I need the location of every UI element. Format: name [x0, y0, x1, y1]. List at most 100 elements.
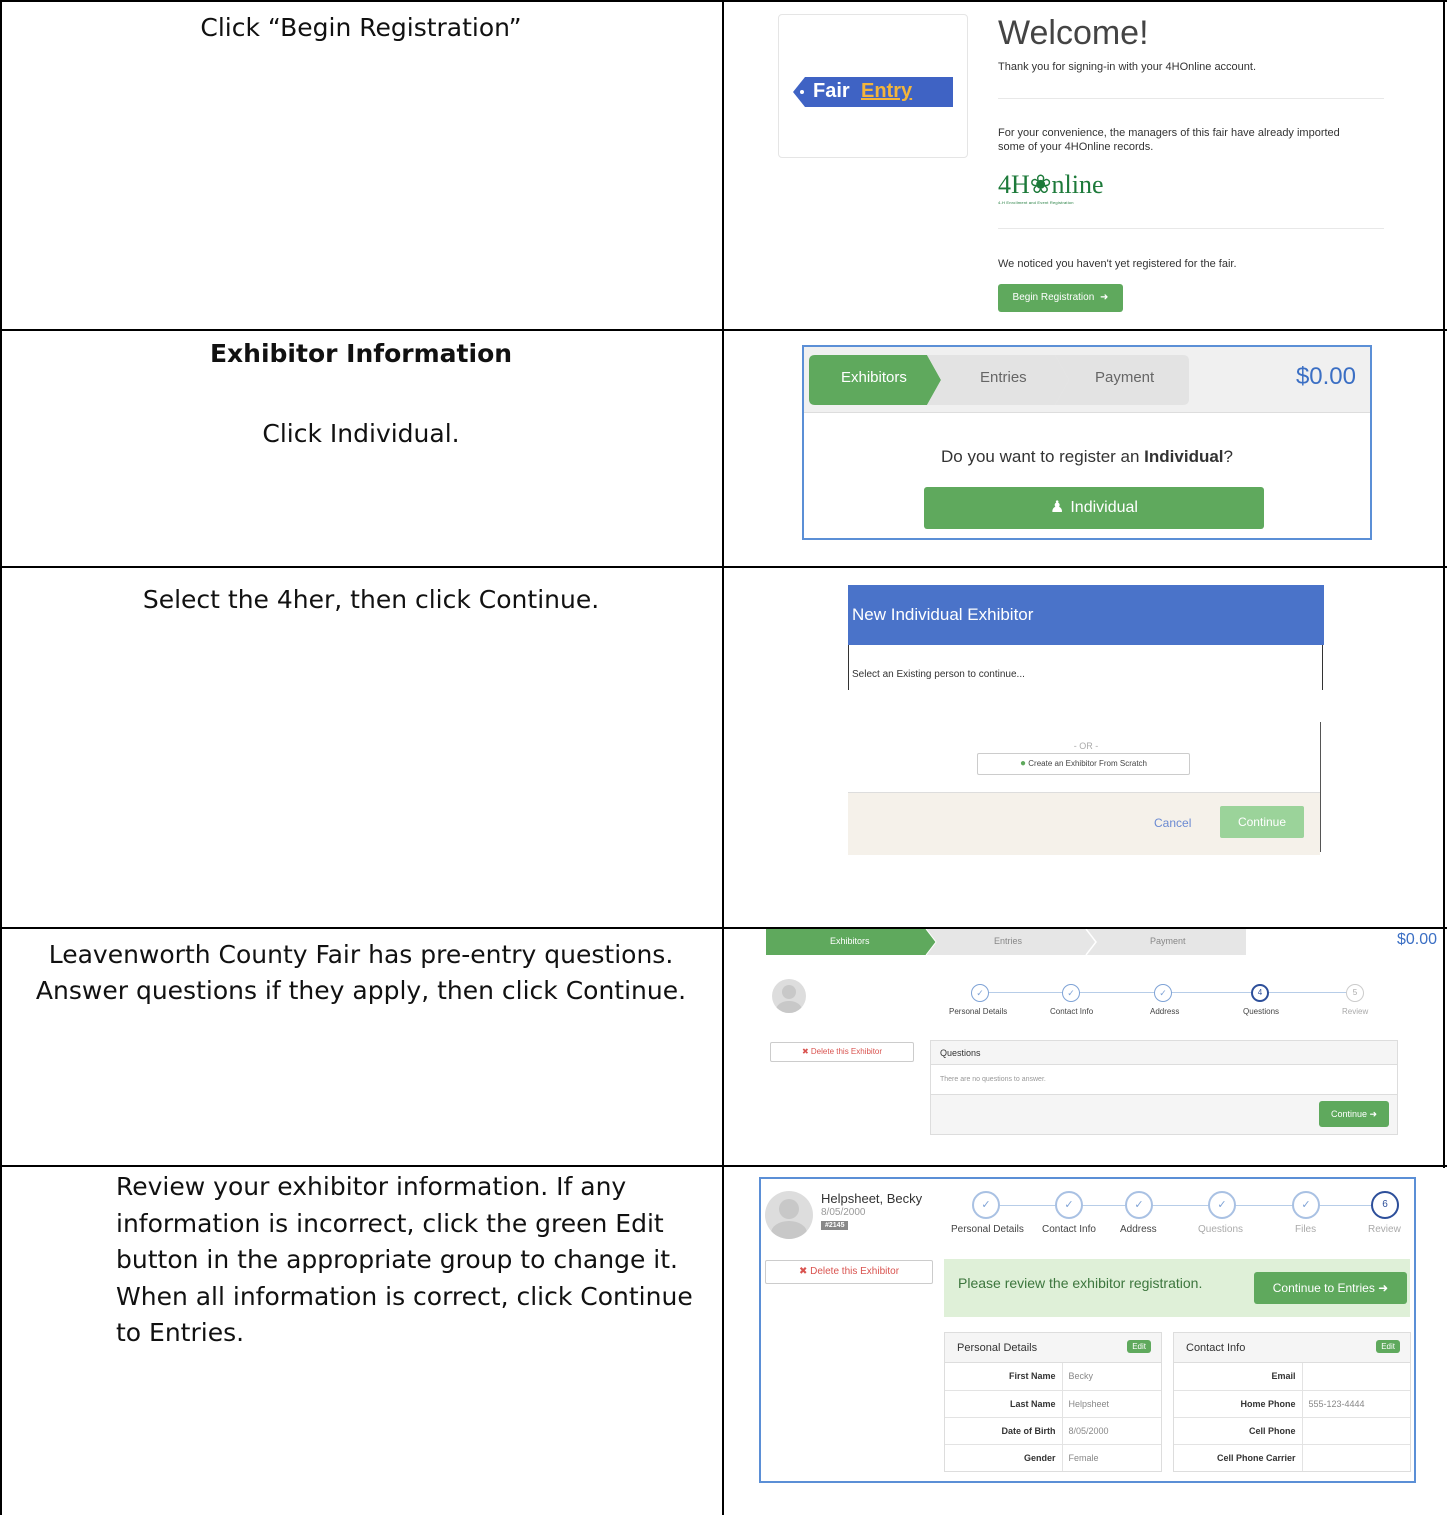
- questions-panel-footer: Continue ➜: [931, 1095, 1397, 1134]
- field-value: 555-123-4444: [1301, 1389, 1410, 1417]
- create-from-scratch-button[interactable]: ● Create an Exhibitor From Scratch: [977, 753, 1190, 775]
- register-individual-screenshot: Exhibitors Entries Payment $0.00 Do you …: [802, 345, 1372, 540]
- grid-row-line: [0, 329, 1447, 331]
- questions-continue-button[interactable]: Continue ➜: [1319, 1101, 1389, 1127]
- modal-select-text: Select an Existing person to continue...: [852, 669, 1025, 680]
- progress-step-5: ✓: [1292, 1191, 1320, 1219]
- field-value: [1301, 1363, 1410, 1390]
- welcome-screenshot: Fair Entry Welcome! Thank you for signin…: [770, 4, 1400, 326]
- modal-border-left: [848, 645, 849, 690]
- step-exhibitors[interactable]: Exhibitors: [841, 369, 907, 386]
- modal-continue-button[interactable]: Continue: [1220, 806, 1304, 838]
- personal-details-header: Personal Details Edit: [945, 1333, 1161, 1363]
- progress-step-1: ✓: [972, 1191, 1000, 1219]
- delete-label: Delete this Exhibitor: [810, 1047, 883, 1056]
- welcome-convenience: For your convenience, the managers of th…: [998, 127, 1340, 153]
- step-payment[interactable]: Payment: [1150, 936, 1186, 946]
- begin-registration-label: Begin Registration: [1012, 292, 1095, 303]
- field-label: Last Name: [945, 1389, 1062, 1417]
- table-row: First Name Becky: [945, 1363, 1161, 1390]
- times-circle-icon: ✖: [798, 1266, 808, 1277]
- questions-screenshot: Exhibitors Entries Payment $0.00 ✓ ✓ ✓ 4…: [766, 929, 1441, 1163]
- progress-step-3: ✓: [1125, 1191, 1153, 1219]
- personal-details-title: Personal Details: [957, 1342, 1038, 1354]
- welcome-thanks: Thank you for signing-in with your 4HOnl…: [998, 61, 1257, 73]
- contact-info-panel: Contact Info Edit Email Home Phone 555-12…: [1173, 1332, 1411, 1472]
- contact-info-table: Email Home Phone 555-123-4444 Cell Phone …: [1174, 1363, 1410, 1471]
- create-from-scratch-label: Create an Exhibitor From Scratch: [1028, 759, 1147, 768]
- field-value: [1301, 1443, 1410, 1471]
- step-exhibitors[interactable]: Exhibitors: [830, 936, 870, 946]
- grid-right-line: [1443, 0, 1445, 1168]
- field-value: Becky: [1061, 1363, 1161, 1390]
- arrow-circle-right-icon: ➜: [1378, 1281, 1389, 1295]
- progress-step-4: 4: [1251, 984, 1269, 1002]
- fairentry-logo: Fair Entry: [793, 77, 953, 107]
- review-screenshot: Helpsheet, Becky 8/05/2000 #2145 ✓ ✓ ✓ ✓…: [759, 1177, 1416, 1483]
- progress-label: Review: [1368, 1224, 1401, 1235]
- progress-step-5: 5: [1346, 984, 1364, 1002]
- begin-registration-button[interactable]: Begin Registration ➜: [998, 284, 1123, 312]
- instruction-review: Review your exhibitor information. If an…: [116, 1172, 693, 1347]
- contact-info-title: Contact Info: [1186, 1342, 1246, 1354]
- personal-edit-button[interactable]: Edit: [1127, 1340, 1151, 1353]
- logo-entry-text: Entry: [861, 80, 913, 102]
- progress-label: Address: [1120, 1224, 1157, 1235]
- 4honline-brand: 4H❀nline: [998, 170, 1104, 199]
- modal-footer: Cancel Continue: [848, 792, 1320, 855]
- instruction-individual: Click Individual.: [262, 419, 460, 448]
- delete-exhibitor-button[interactable]: ✖ Delete this Exhibitor: [765, 1260, 933, 1284]
- field-label: Home Phone: [1174, 1389, 1302, 1417]
- progress-step-3: ✓: [1154, 984, 1172, 1002]
- modal-or-text: - OR -: [1073, 741, 1099, 751]
- avatar: [765, 1191, 813, 1239]
- table-row: Home Phone 555-123-4444: [1174, 1389, 1410, 1417]
- progress-step-4: ✓: [1208, 1191, 1236, 1219]
- step-entries[interactable]: Entries: [994, 936, 1022, 946]
- modal-border-right: [1322, 645, 1323, 690]
- step-payment[interactable]: Payment: [1095, 369, 1154, 386]
- progress-label: Personal Details: [949, 1007, 1008, 1016]
- field-value: Female: [1061, 1443, 1161, 1471]
- personal-details-table: First Name Becky Last Name Helpsheet Date …: [945, 1363, 1161, 1471]
- arrow-circle-right-icon: ➜: [1369, 1109, 1378, 1119]
- personal-details-panel: Personal Details Edit First Name Becky La…: [944, 1332, 1162, 1472]
- 4honline-subtitle: 4-H Enrollment and Event Registration: [998, 200, 1074, 205]
- user-icon: ♟: [1050, 499, 1065, 516]
- questions-empty-text: There are no questions to answer.: [931, 1065, 1397, 1095]
- contact-info-header: Contact Info Edit: [1174, 1333, 1410, 1363]
- modal-cancel-link[interactable]: Cancel: [1154, 816, 1191, 830]
- progress-label: Files: [1295, 1224, 1317, 1235]
- progress-label: Questions: [1243, 1007, 1280, 1016]
- progress-label: Questions: [1198, 1224, 1244, 1235]
- table-row: Last Name Helpsheet: [945, 1389, 1161, 1417]
- progress-label: Address: [1150, 1007, 1180, 1016]
- progress-step-2: ✓: [1055, 1191, 1083, 1219]
- continue-to-entries-button[interactable]: Continue to Entries ➜: [1254, 1272, 1407, 1304]
- table-row: Cell Phone Carrier: [1174, 1443, 1410, 1471]
- continue-label: Continue: [1330, 1109, 1367, 1119]
- welcome-title: Welcome!: [998, 14, 1149, 52]
- question-pre: Do you want to register an: [941, 447, 1145, 466]
- grid-row-line: [0, 1165, 1447, 1167]
- progress-track: [986, 1205, 1386, 1206]
- fairentry-logo-card: Fair Entry: [778, 14, 968, 158]
- field-value: Helpsheet: [1061, 1389, 1161, 1417]
- delete-exhibitor-button[interactable]: ✖ Delete this Exhibitor: [770, 1042, 914, 1062]
- exhibitor-name: Helpsheet, Becky: [821, 1191, 923, 1206]
- questions-panel-title: Questions: [940, 1048, 981, 1058]
- progress-step-1: ✓: [971, 984, 989, 1002]
- questions-panel-header: Questions: [931, 1041, 1397, 1065]
- questions-panel: Questions There are no questions to answ…: [930, 1040, 1398, 1135]
- field-label: First Name: [1008, 1371, 1056, 1382]
- step-entries[interactable]: Entries: [980, 369, 1027, 386]
- individual-button[interactable]: ♟ Individual: [924, 487, 1264, 529]
- section-heading: Exhibitor Information: [0, 336, 722, 372]
- times-circle-icon: ✖: [801, 1047, 809, 1056]
- grid-mid-line: [722, 0, 724, 1515]
- modal-title: New Individual Exhibitor: [852, 605, 1034, 624]
- progress-label: Review: [1342, 1007, 1369, 1016]
- instruction-begin-registration: Click “Begin Registration”: [200, 13, 522, 42]
- contact-edit-button[interactable]: Edit: [1376, 1340, 1400, 1353]
- divider: [998, 228, 1384, 229]
